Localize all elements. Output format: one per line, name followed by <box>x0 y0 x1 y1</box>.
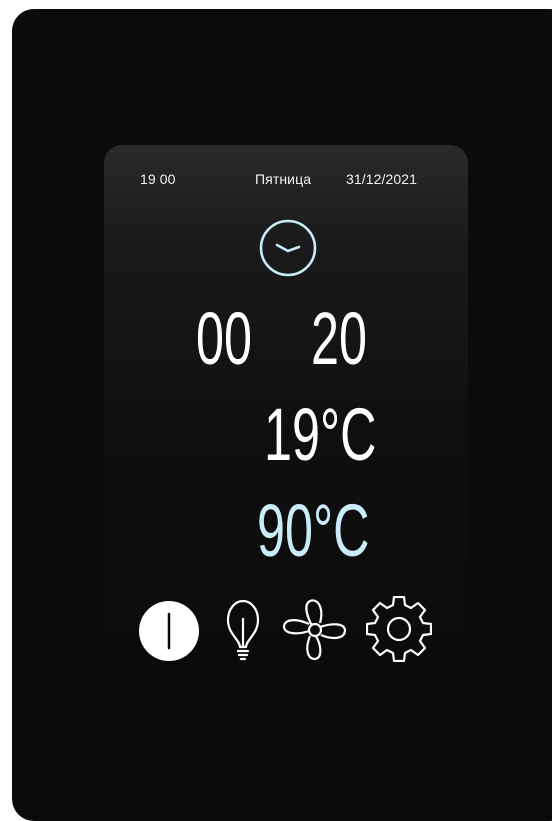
fan-icon[interactable] <box>282 596 348 662</box>
power-icon[interactable] <box>138 596 204 662</box>
light-bulb-icon[interactable] <box>212 596 278 662</box>
status-day: Пятница <box>255 171 312 187</box>
gear-icon[interactable] <box>366 596 432 662</box>
status-date: 31/12/2021 <box>346 171 418 187</box>
status-time: 19 00 <box>140 171 176 187</box>
clock-icon[interactable] <box>258 218 318 278</box>
timer-hours[interactable]: 00 <box>196 302 252 376</box>
target-temperature[interactable]: 90°C <box>257 494 369 568</box>
current-temperature: 19°C <box>264 393 377 476</box>
timer-minutes[interactable]: 20 <box>311 302 367 376</box>
